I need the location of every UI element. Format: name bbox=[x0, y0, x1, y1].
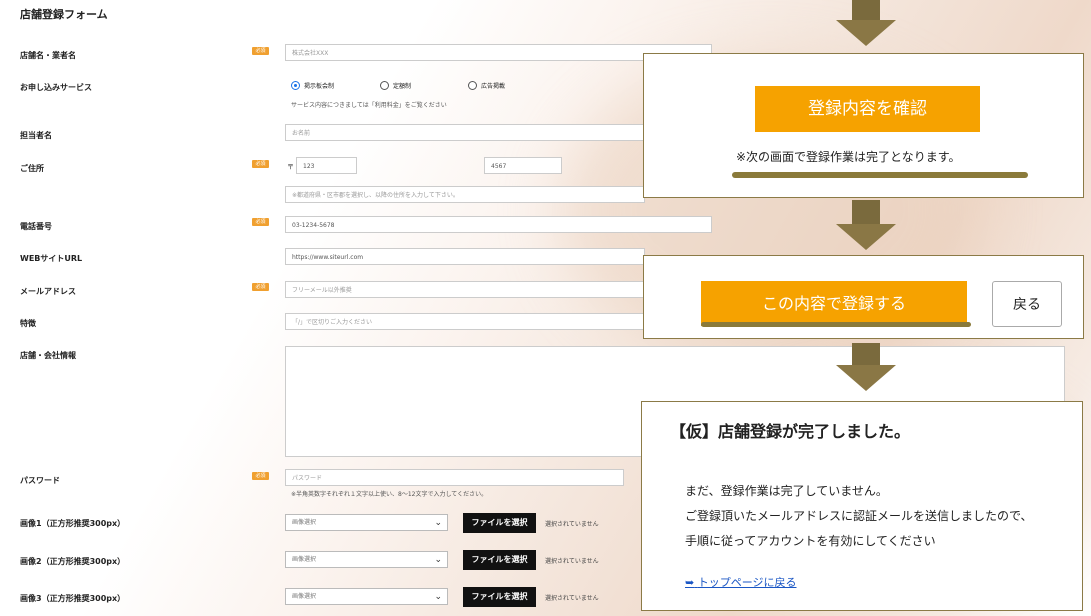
info-label: 店舗・会社情報 bbox=[20, 351, 76, 360]
features-input[interactable]: 「/」で区切りご入力ください bbox=[285, 313, 645, 330]
radio-option-2[interactable]: 定額制 bbox=[380, 81, 411, 90]
features-label: 特徴 bbox=[20, 319, 36, 328]
complete-panel: 【仮】店舗登録が完了しました。 まだ、登録作業は完了していません。 ご登録頂いた… bbox=[641, 401, 1083, 611]
image3-select[interactable]: 画像選択 ⌄ bbox=[285, 588, 448, 605]
phone-input[interactable]: 03-1234-5678 bbox=[285, 216, 712, 233]
service-note: サービス内容につきましては「利用料金」をご覧ください bbox=[291, 102, 447, 109]
website-input[interactable]: https://www.siteurl.com bbox=[285, 248, 645, 265]
back-button[interactable]: 戻る bbox=[992, 281, 1062, 327]
address-label: ご住所 bbox=[20, 164, 44, 173]
complete-message-line: まだ、登録作業は完了していません。 bbox=[685, 484, 888, 498]
service-label: お申し込みサービス bbox=[20, 83, 92, 92]
password-input[interactable]: パスワード bbox=[285, 469, 624, 486]
required-badge: 必須 bbox=[252, 160, 269, 168]
email-input[interactable]: フリーメール以外推奨 bbox=[285, 281, 645, 298]
file-status: 選択されていません bbox=[545, 558, 599, 565]
complete-message-line: 手順に従ってアカウントを有効にしてください bbox=[685, 534, 936, 548]
file-select-button[interactable]: ファイルを選択 bbox=[463, 587, 536, 607]
down-arrow-icon bbox=[836, 200, 896, 250]
page-title: 店舗登録フォーム bbox=[20, 8, 108, 21]
radio-selected-icon bbox=[291, 81, 300, 90]
radio-option-1[interactable]: 掲示板会制 bbox=[291, 81, 334, 90]
submit-button[interactable]: この内容で登録する bbox=[701, 281, 967, 326]
zip2-input[interactable]: 4567 bbox=[484, 157, 562, 174]
complete-message-line: ご登録頂いたメールアドレスに認証メールを送信しましたので、 bbox=[685, 509, 1033, 523]
required-badge: 必須 bbox=[252, 47, 269, 55]
highlight-underline bbox=[701, 322, 971, 327]
file-status: 選択されていません bbox=[545, 521, 599, 528]
exit-icon: ➥ bbox=[685, 576, 695, 589]
file-select-button[interactable]: ファイルを選択 bbox=[463, 513, 536, 533]
radio-option-3[interactable]: 広告掲載 bbox=[468, 81, 505, 90]
zip1-input[interactable]: 123 bbox=[296, 157, 357, 174]
person-label: 担当者名 bbox=[20, 131, 52, 140]
confirm-note: ※次の画面で登録作業は完了となります。 bbox=[736, 150, 961, 164]
image2-select[interactable]: 画像選択 ⌄ bbox=[285, 551, 448, 568]
confirm-button[interactable]: 登録内容を確認 bbox=[755, 86, 980, 132]
email-label: メールアドレス bbox=[20, 287, 76, 296]
down-arrow-icon bbox=[836, 0, 896, 46]
shop-name-label: 店舗名・業者名 bbox=[20, 51, 76, 60]
radio-icon bbox=[380, 81, 389, 90]
chevron-down-icon: ⌄ bbox=[434, 592, 442, 602]
website-label: WEBサイトURL bbox=[20, 254, 83, 263]
submit-panel: この内容で登録する 戻る bbox=[643, 255, 1084, 339]
address-input[interactable]: ※都道府県・区市郡を選択し、以降の住所を入力して下さい。 bbox=[285, 186, 645, 203]
file-select-button[interactable]: ファイルを選択 bbox=[463, 550, 536, 570]
postal-mark: 〒 bbox=[287, 163, 294, 171]
down-arrow-icon bbox=[836, 343, 896, 391]
person-input[interactable]: お名前 bbox=[285, 124, 645, 141]
top-page-link[interactable]: ➥ トップページに戻る bbox=[685, 574, 797, 590]
password-label: パスワード bbox=[20, 476, 60, 485]
radio-icon bbox=[468, 81, 477, 90]
image2-label: 画像2（正方形推奨300px） bbox=[20, 557, 126, 566]
image1-label: 画像1（正方形推奨300px） bbox=[20, 519, 126, 528]
image3-label: 画像3（正方形推奨300px） bbox=[20, 594, 126, 603]
required-badge: 必須 bbox=[252, 218, 269, 226]
highlight-underline bbox=[732, 172, 1028, 178]
password-note: ※半角英数字それぞれ１文字以上使い、8〜12文字で入力してください。 bbox=[291, 491, 488, 498]
phone-label: 電話番号 bbox=[20, 222, 52, 231]
image1-select[interactable]: 画像選択 ⌄ bbox=[285, 514, 448, 531]
required-badge: 必須 bbox=[252, 472, 269, 480]
confirm-panel: 登録内容を確認 ※次の画面で登録作業は完了となります。 bbox=[643, 53, 1084, 198]
complete-title: 【仮】店舗登録が完了しました。 bbox=[670, 422, 911, 441]
file-status: 選択されていません bbox=[545, 595, 599, 602]
chevron-down-icon: ⌄ bbox=[434, 518, 442, 528]
required-badge: 必須 bbox=[252, 283, 269, 291]
chevron-down-icon: ⌄ bbox=[434, 555, 442, 565]
